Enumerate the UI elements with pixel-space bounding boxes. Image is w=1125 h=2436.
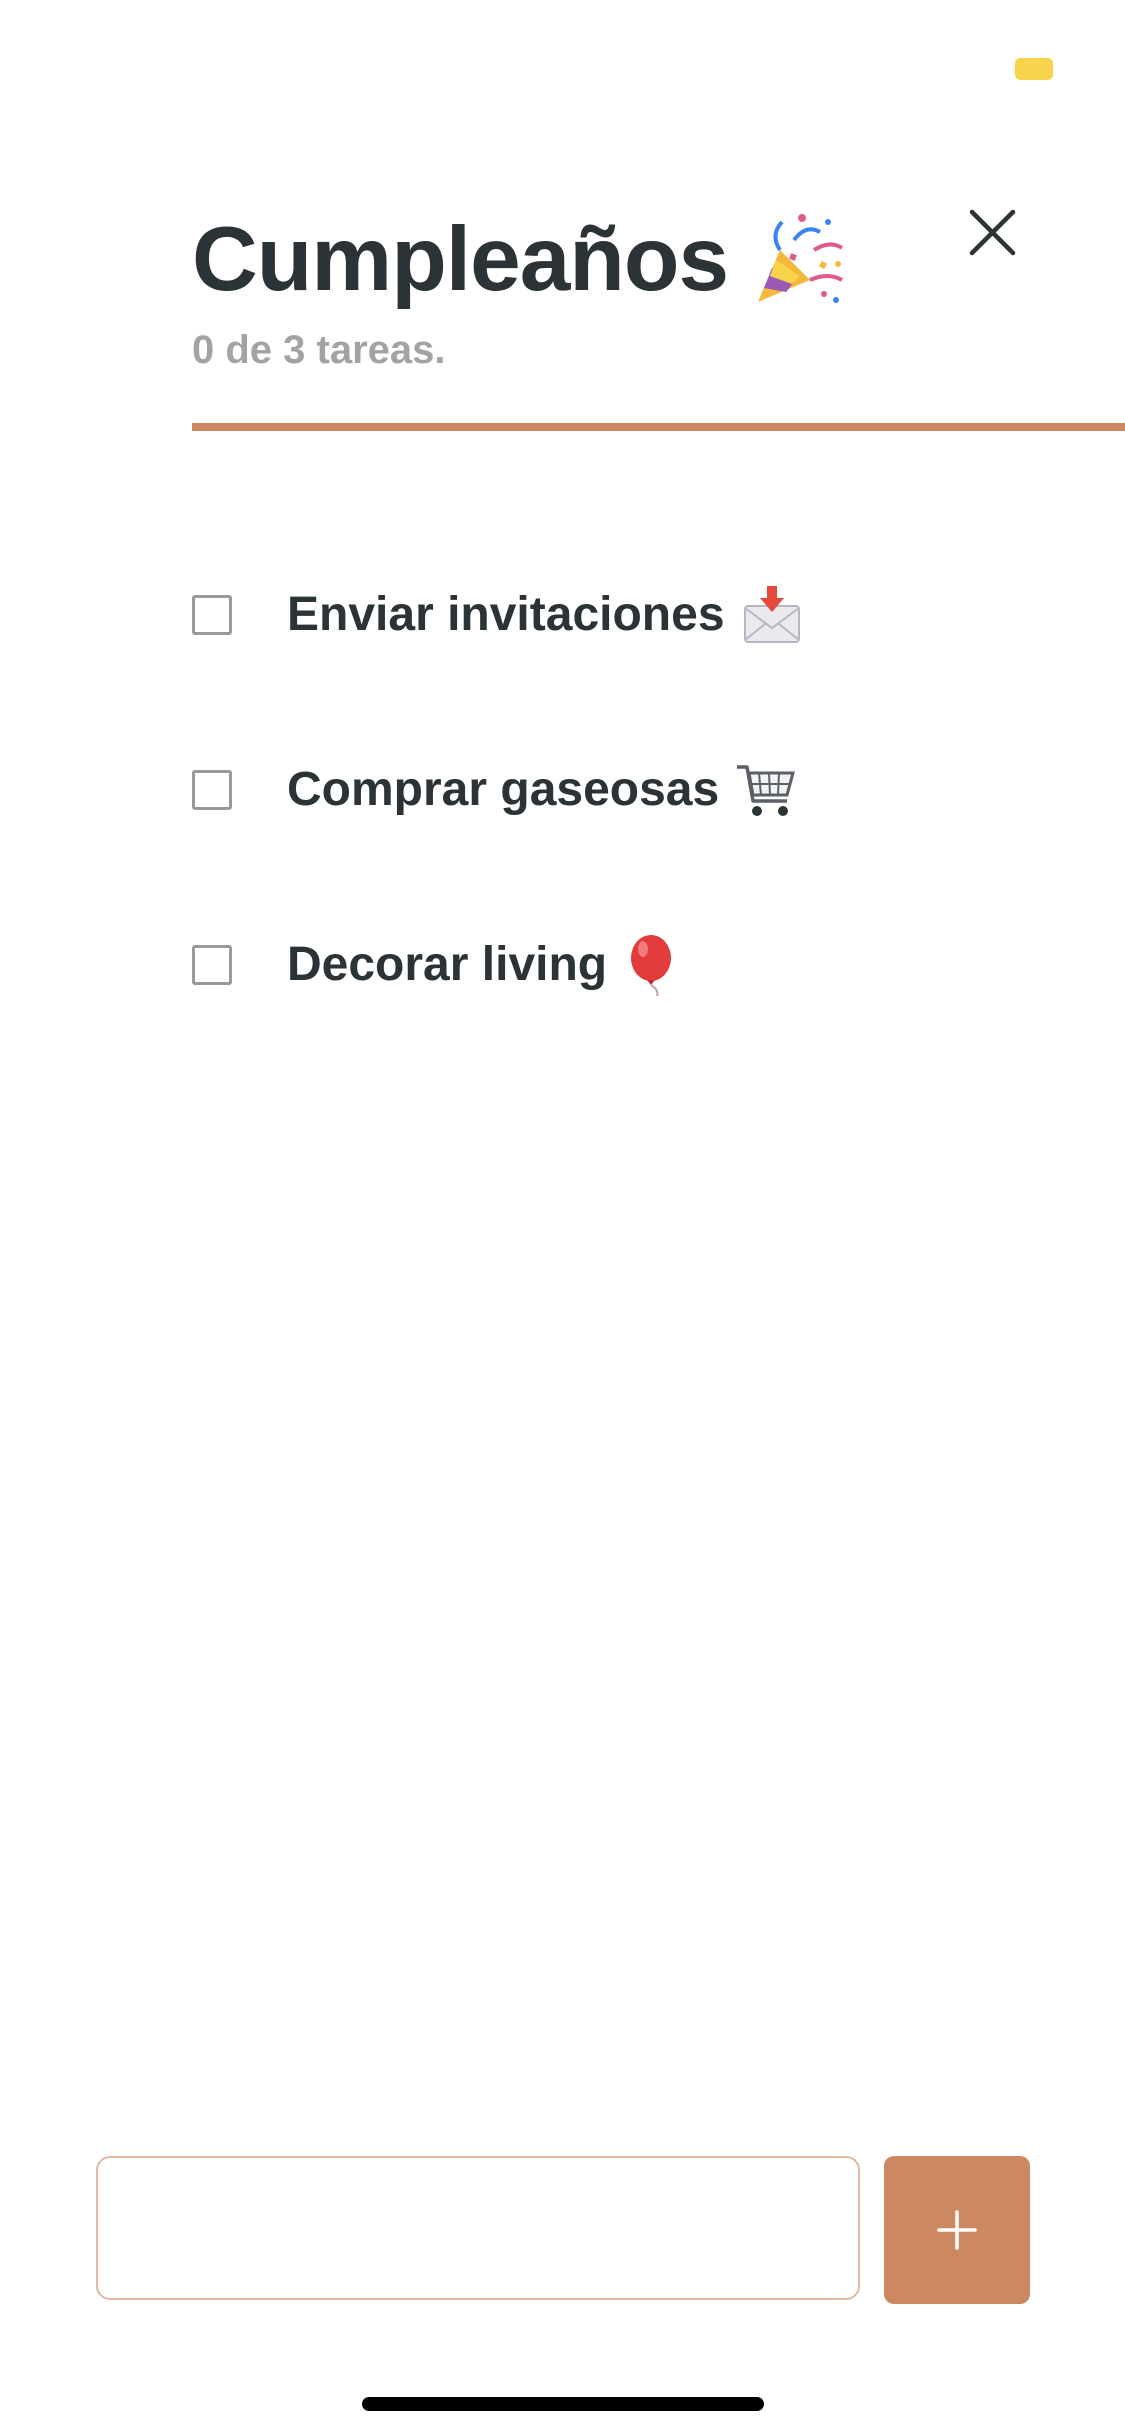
add-task-button[interactable]: [884, 2156, 1030, 2304]
task-checkbox[interactable]: [192, 595, 232, 635]
battery-indicator: [1015, 58, 1053, 80]
task-label: Comprar gaseosas: [287, 763, 720, 816]
home-indicator[interactable]: [362, 2397, 764, 2411]
task-count: 0 de 3 tareas.: [192, 328, 446, 372]
task-item: Decorar living: [192, 920, 1092, 1010]
new-task-input[interactable]: [96, 2156, 860, 2300]
task-label: Decorar living: [287, 938, 608, 991]
progress-bar: [192, 423, 1125, 431]
balloon-icon: [623, 934, 685, 996]
task-checkbox[interactable]: [192, 770, 232, 810]
title-row: Cumpleaños: [192, 200, 1125, 320]
list-header: Cumpleaños 0 de 3 tareas.: [192, 200, 1125, 380]
envelope-with-arrow-icon: [741, 584, 803, 646]
party-popper-icon: [750, 210, 850, 310]
task-checkbox[interactable]: [192, 945, 232, 985]
page-title: Cumpleaños: [192, 209, 729, 310]
plus-icon: [937, 2210, 977, 2250]
task-list: Enviar invitaciones Comprar gaseosas Dec…: [192, 570, 1092, 1095]
new-task-composer: [96, 2156, 1030, 2304]
task-item: Comprar gaseosas: [192, 745, 1092, 835]
progress-fill: [192, 423, 1125, 431]
task-label: Enviar invitaciones: [287, 588, 725, 641]
shopping-cart-icon: [735, 759, 797, 821]
task-item: Enviar invitaciones: [192, 570, 1092, 660]
